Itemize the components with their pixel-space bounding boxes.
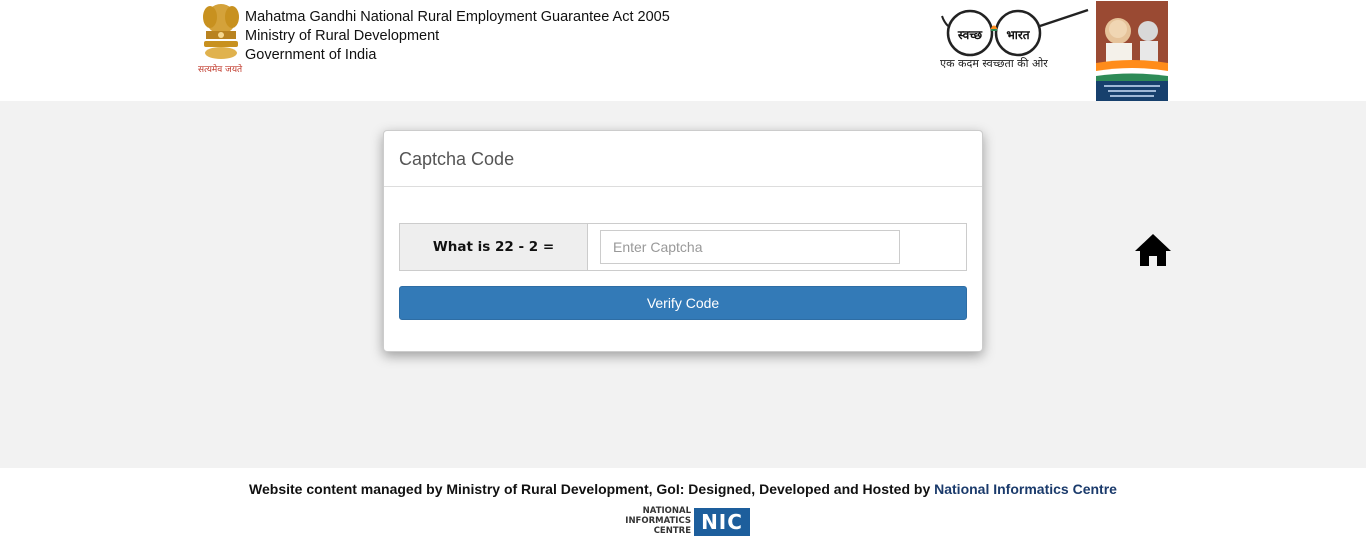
verify-code-button[interactable]: Verify Code	[399, 286, 967, 320]
footer-credits: Website content managed by Ministry of R…	[0, 481, 1366, 497]
swachh-tagline: एक कदम स्वच्छता की ओर	[940, 57, 1048, 70]
nic-link[interactable]: National Informatics Centre	[934, 481, 1117, 497]
panel-title: Captcha Code	[399, 149, 515, 169]
main-area: Captcha Code What is 22 - 2 = Verify Cod…	[0, 101, 1366, 468]
nic-word-line1: NATIONAL	[642, 506, 691, 516]
captcha-row: What is 22 - 2 =	[399, 223, 967, 271]
svg-text:स्वच्छ: स्वच्छ	[957, 28, 983, 42]
site-header: सत्यमेव जयते Mahatma Gandhi National Rur…	[0, 0, 1366, 101]
captcha-question: What is 22 - 2 =	[400, 224, 588, 270]
home-icon[interactable]	[1134, 233, 1172, 267]
nic-mark-icon: NIC	[694, 508, 750, 536]
government-name: Government of India	[245, 47, 377, 63]
gandhi-portrait-icon	[1096, 1, 1168, 101]
emblem-motto: सत्यमेव जयते	[198, 65, 243, 75]
captcha-input[interactable]	[600, 230, 900, 264]
nic-word-line2: INFORMATICS	[625, 516, 691, 526]
site-title: Mahatma Gandhi National Rural Employment…	[245, 9, 670, 25]
captcha-panel: Captcha Code What is 22 - 2 = Verify Cod…	[383, 130, 983, 352]
nic-word-line3: CENTRE	[653, 526, 691, 536]
site-footer: Website content managed by Ministry of R…	[0, 468, 1366, 547]
footer-text: Website content managed by Ministry of R…	[249, 481, 935, 497]
nic-wordmark: NATIONAL INFORMATICS CENTRE	[617, 506, 691, 536]
captcha-input-cell	[588, 224, 966, 270]
panel-heading: Captcha Code	[384, 131, 982, 187]
ministry-name: Ministry of Rural Development	[245, 28, 440, 44]
nic-logo[interactable]: NATIONAL INFORMATICS CENTRE NIC	[617, 506, 752, 538]
svg-text:भारत: भारत	[1006, 28, 1030, 42]
site-titles: Mahatma Gandhi National Rural Employment…	[245, 8, 670, 65]
